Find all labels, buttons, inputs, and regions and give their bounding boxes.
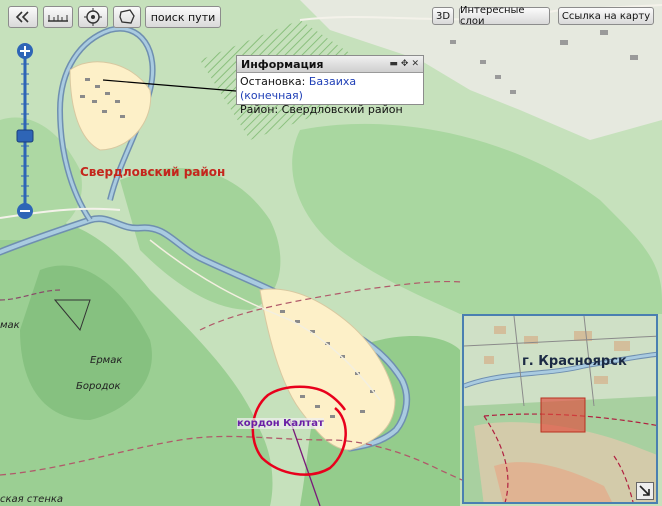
info-popup-title: Информация <box>241 57 324 71</box>
district-map-label: Свердловский район <box>80 165 226 179</box>
overview-map-canvas[interactable] <box>464 316 658 504</box>
polygon-icon <box>119 9 135 24</box>
edge-label-top: мак <box>0 320 20 331</box>
stop-label: Остановка: <box>240 75 306 88</box>
map-link-button[interactable]: Ссылка на карту <box>558 7 654 25</box>
district-label: Район: <box>240 103 279 116</box>
borodok-label: Бородок <box>76 381 121 392</box>
info-popup: Информация ▬ ✥ ✕ Остановка: Базаиха (кон… <box>236 55 424 116</box>
zoom-in-icon[interactable] <box>17 43 33 59</box>
info-popup-header: Информация ▬ ✥ ✕ <box>237 56 423 73</box>
overview-minimap[interactable]: г. Красноярск <box>462 314 658 504</box>
ruler-icon <box>48 15 68 22</box>
arrow-down-right-icon <box>639 485 650 496</box>
search-route-button[interactable]: поиск пути <box>145 6 221 28</box>
collapse-panel-button[interactable] <box>8 6 38 28</box>
double-chevron-left-icon <box>15 11 29 23</box>
zoom-out-icon[interactable] <box>17 203 33 219</box>
interesting-layers-button[interactable]: Интересные слои <box>459 5 550 27</box>
ruler-button[interactable] <box>43 6 73 28</box>
area-select-button[interactable] <box>113 6 141 28</box>
close-icon[interactable]: ✕ <box>411 59 419 69</box>
overview-toggle-button[interactable] <box>636 482 654 500</box>
3d-button[interactable]: 3D <box>432 7 454 25</box>
overview-city-label: г. Красноярск <box>522 354 627 369</box>
edge-label-bottom: ская стенка <box>0 494 64 505</box>
kordon-kaltat-label[interactable]: кордон Калтат <box>237 418 324 429</box>
zoom-slider[interactable] <box>14 42 36 220</box>
target-icon <box>84 8 102 26</box>
locate-button[interactable] <box>78 6 108 28</box>
stop-row: Остановка: Базаиха (конечная) <box>240 75 420 103</box>
district-value: Свердловский район <box>281 103 403 116</box>
pin-icon[interactable]: ✥ <box>401 59 409 69</box>
zoom-thumb[interactable] <box>16 129 34 143</box>
minimize-icon[interactable]: ▬ <box>389 59 398 69</box>
district-row: Район: Свердловский район <box>240 103 420 117</box>
ermak-label: Ермак <box>90 355 123 366</box>
viewport-rect[interactable] <box>540 397 586 433</box>
